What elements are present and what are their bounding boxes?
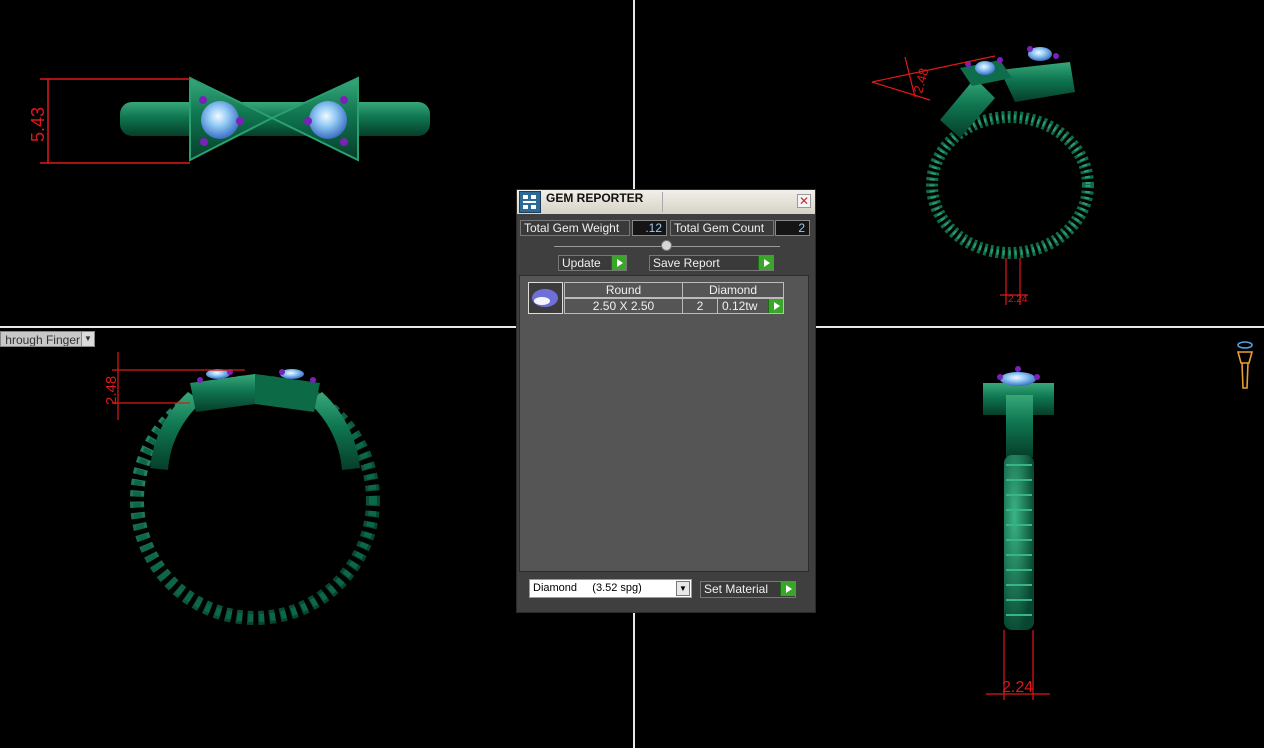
gem-weight-value: 0.12tw xyxy=(722,299,758,313)
total-gem-count-field: 2 xyxy=(775,220,810,236)
gem-material-cell: Diamond xyxy=(682,282,784,298)
titlebar[interactable]: GEM REPORTER ✕ xyxy=(517,190,815,214)
gem-count-cell: 2 xyxy=(682,298,718,314)
total-gem-count-label: Total Gem Count xyxy=(670,220,774,236)
chevron-down-icon[interactable]: ▼ xyxy=(81,332,94,346)
ring-front-view xyxy=(983,366,1054,630)
dimension-top-right: 2.48 2.24 xyxy=(871,55,1028,305)
total-gem-weight-label: Total Gem Weight xyxy=(520,220,630,236)
set-material-button[interactable]: Set Material xyxy=(700,581,796,598)
play-arrow-icon xyxy=(611,256,626,270)
ring-perspective-view xyxy=(926,46,1094,259)
gem-shape-cell: Round xyxy=(564,282,683,298)
update-button[interactable]: Update xyxy=(558,255,627,271)
ring-side-view xyxy=(130,369,380,625)
chevron-down-icon[interactable]: ▼ xyxy=(676,581,690,596)
ring-top-view xyxy=(120,76,430,162)
set-material-button-label: Set Material xyxy=(704,582,769,596)
title-divider xyxy=(662,192,663,212)
panel-title: GEM REPORTER xyxy=(546,191,644,205)
save-report-button[interactable]: Save Report xyxy=(649,255,774,271)
view-mode-label: hrough Finger xyxy=(5,333,80,347)
gem-reporter-logo-icon xyxy=(519,191,541,213)
gem-right xyxy=(309,101,347,139)
total-gem-weight-field: .12 xyxy=(632,220,667,236)
splitter-handle[interactable] xyxy=(661,240,672,251)
gem-weight-cell[interactable]: 0.12tw xyxy=(717,298,784,314)
save-report-button-label: Save Report xyxy=(653,256,720,270)
dimension-label-top-left: 5.43 xyxy=(28,107,48,142)
dimension-label-top-right-small: 2.24 xyxy=(1008,294,1028,305)
dimension-label-bottom-right: 2.24 xyxy=(1002,679,1033,696)
gem-reporter-panel: GEM REPORTER ✕ Total Gem Weight .12 Tota… xyxy=(516,189,816,613)
play-arrow-icon xyxy=(758,256,773,270)
play-arrow-icon xyxy=(780,582,795,596)
gem-size-cell: 2.50 X 2.50 xyxy=(564,298,683,314)
dimension-label-top-right: 2.48 xyxy=(910,66,931,94)
gem-list[interactable]: Round Diamond 2.50 X 2.50 2 0.12tw xyxy=(519,275,809,572)
play-arrow-icon[interactable] xyxy=(768,299,783,313)
material-select[interactable]: Diamond (3.52 spg) ▼ xyxy=(529,579,692,598)
dimension-label-bottom-left: 2.48 xyxy=(103,376,120,405)
update-button-label: Update xyxy=(562,256,601,270)
view-mode-dropdown[interactable]: hrough Finger ▼ xyxy=(0,331,95,347)
gem-left xyxy=(201,101,239,139)
round-gem-thumbnail-icon xyxy=(528,282,563,314)
close-icon: ✕ xyxy=(798,194,810,208)
ring-cursor-icon[interactable] xyxy=(1236,341,1254,389)
material-select-value: Diamond (3.52 spg) xyxy=(533,582,642,594)
dimension-bottom-right: 2.24 xyxy=(986,630,1050,700)
close-button[interactable]: ✕ xyxy=(797,194,811,208)
